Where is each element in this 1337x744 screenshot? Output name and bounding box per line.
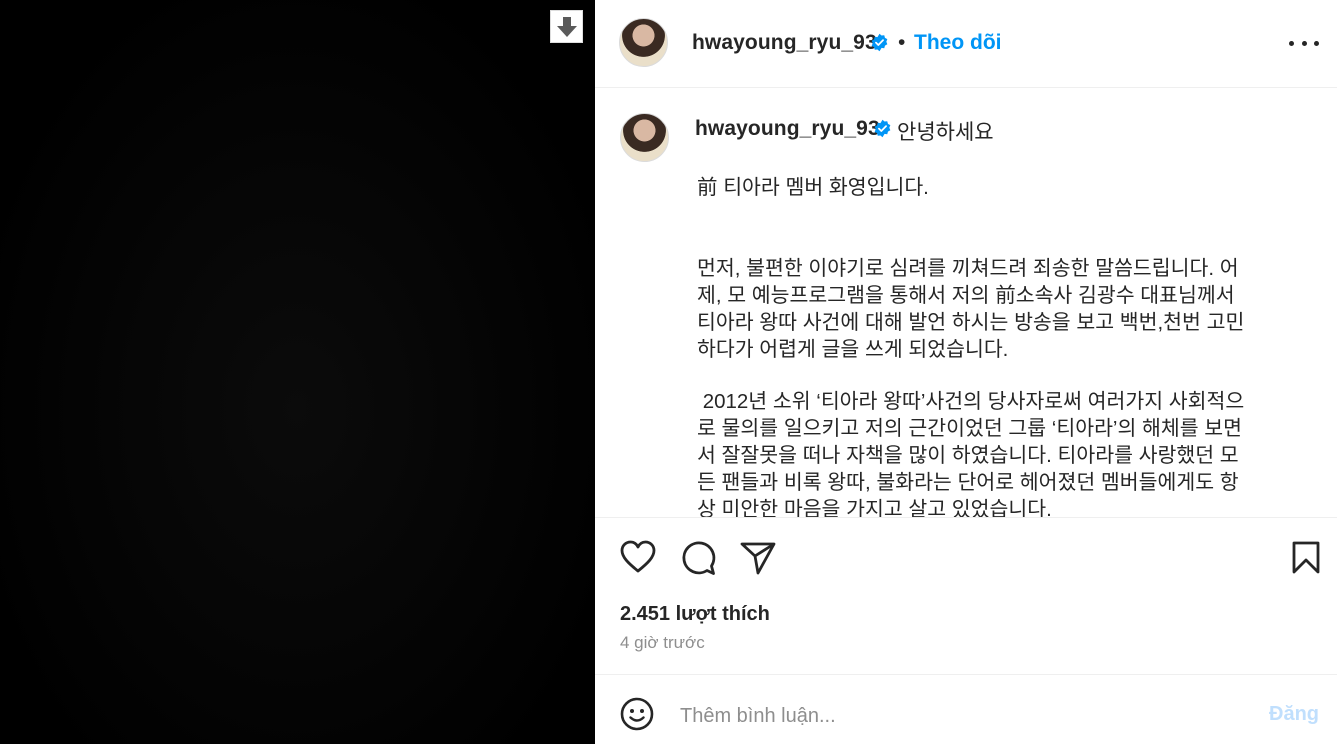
caption-line: 든 팬들과 비록 왕따, 불화라는 단어로 헤어졌던 멤버들에게도 항 xyxy=(697,471,1239,494)
caption-line: 티아라 왕따 사건에 대해 발언 하시는 방송을 보고 백번,천번 고민 xyxy=(697,311,1245,334)
post-timestamp[interactable]: 4 giờ trước xyxy=(620,633,705,653)
smiley-icon[interactable] xyxy=(620,697,654,731)
caption-line: 먼저, 불편한 이야기로 심려를 끼쳐드려 죄송한 말씀드립니다. 어 xyxy=(697,257,1239,280)
caption-line: 제, 모 예능프로그램을 통해서 저의 前소속사 김광수 대표님께서 xyxy=(697,284,1235,307)
heart-icon[interactable] xyxy=(620,540,656,574)
avatar[interactable] xyxy=(620,113,669,162)
comment-input[interactable] xyxy=(680,700,1240,732)
post-media[interactable] xyxy=(0,0,595,744)
paper-plane-icon[interactable] xyxy=(740,541,776,575)
caption-line: 2012년 소위 ‘티아라 왕따’사건의 당사자로써 여러가지 사회적으 xyxy=(697,390,1245,413)
verified-badge-icon xyxy=(874,119,891,138)
caption-line: 하다가 어렵게 글을 쓰게 되었습니다. xyxy=(697,338,1009,361)
caption-line: 前 티아라 멤버 화영입니다. xyxy=(697,176,929,199)
caption-scroll-area[interactable]: hwayoung_ryu_93 안녕하세요 前 티아라 멤버 화영입니다. 먼저… xyxy=(595,89,1337,518)
caption-username[interactable]: hwayoung_ryu_93 xyxy=(695,117,880,141)
caption-line: 로 물의를 일으키고 저의 근간이었던 그룹 ‘티아라’의 해체를 보면 xyxy=(697,417,1243,440)
download-icon[interactable] xyxy=(550,10,583,43)
divider xyxy=(595,674,1337,675)
more-horizontal-icon[interactable] xyxy=(1289,30,1319,56)
header-username[interactable]: hwayoung_ryu_93 xyxy=(692,31,877,55)
post-viewer: hwayoung_ryu_93 • Theo dõi hwayoung_ryu_… xyxy=(0,0,1337,744)
likes-count[interactable]: 2.451 lượt thích xyxy=(620,603,770,626)
separator-dot: • xyxy=(898,31,906,54)
post-header: hwayoung_ryu_93 • Theo dõi xyxy=(595,0,1337,88)
verified-badge-icon xyxy=(871,33,888,52)
caption-greeting: 안녕하세요 xyxy=(897,121,994,144)
follow-button[interactable]: Theo dõi xyxy=(914,31,1002,55)
caption-line: 서 잘잘못을 떠나 자책을 많이 하였습니다. 티아라를 사랑했던 모 xyxy=(697,444,1239,467)
avatar[interactable] xyxy=(619,18,668,67)
post-details-panel: hwayoung_ryu_93 • Theo dõi hwayoung_ryu_… xyxy=(595,0,1337,744)
caption-line: 상 미안한 마음을 가지고 살고 있었습니다. xyxy=(697,498,1052,518)
comment-icon[interactable] xyxy=(680,540,716,576)
bookmark-icon[interactable] xyxy=(1291,541,1321,575)
post-comment-button[interactable]: Đăng xyxy=(1269,703,1319,726)
